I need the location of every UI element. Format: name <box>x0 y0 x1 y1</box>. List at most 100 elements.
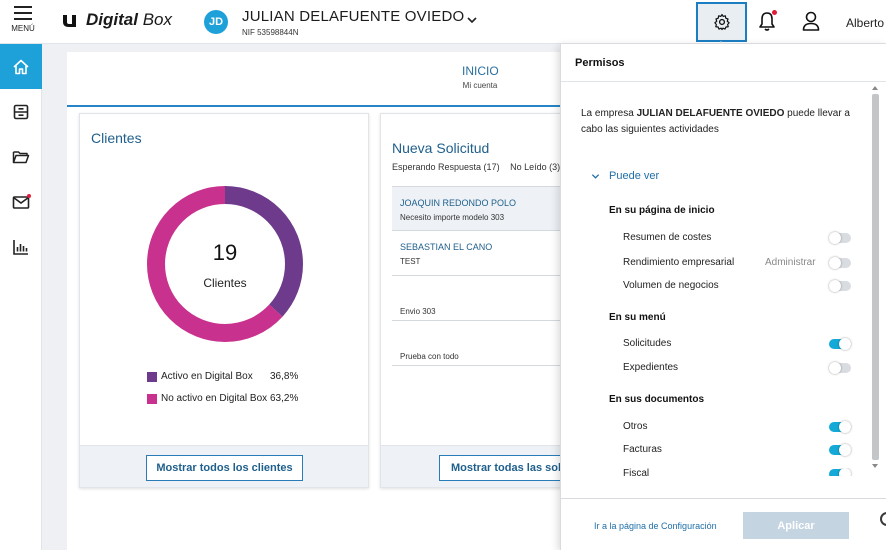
intro-company: JULIAN DELAFUENTE OVIEDO <box>636 108 785 119</box>
divider <box>561 81 886 82</box>
toggle-expedientes[interactable] <box>829 362 851 374</box>
perm-row-rendimiento: Rendimiento empresarial Administrar <box>623 257 853 271</box>
puede-ver-toggle[interactable]: Puede ver <box>591 170 659 182</box>
toggle-resumen-costes[interactable] <box>829 232 851 244</box>
puede-ver-label: Puede ver <box>609 170 660 182</box>
settings-button[interactable] <box>696 2 747 42</box>
list-item-name: SEBASTIAN EL CANO <box>400 242 493 252</box>
user-icon <box>802 11 820 31</box>
section-heading-inicio: En su página de inicio <box>609 205 715 216</box>
sidebar-item-folder[interactable] <box>0 134 42 179</box>
legend-item-activo: Activo en Digital Box 36,8% <box>147 371 298 382</box>
administrar-link[interactable]: Administrar <box>765 257 816 268</box>
user-button[interactable] <box>802 11 820 31</box>
folder-icon <box>12 150 30 163</box>
perm-label: Facturas <box>623 444 662 455</box>
filter-no-leido[interactable]: No Leído (3) <box>510 162 560 172</box>
toggle-knob <box>829 232 841 244</box>
section-heading-documentos: En sus documentos <box>609 394 705 405</box>
legend-swatch-no-activo <box>147 393 157 404</box>
notification-dot <box>772 10 777 15</box>
show-all-clients-button[interactable]: Mostrar todos los clientes <box>146 455 303 481</box>
user-name[interactable]: Alberto <box>846 16 884 30</box>
perm-row-facturas: Facturas <box>623 444 853 458</box>
tab-inicio[interactable]: INICIO Mi cuenta <box>462 64 499 90</box>
permisos-title: Permisos <box>575 57 625 69</box>
section-heading-menu: En su menú <box>609 312 666 323</box>
list-item-desc: Necesito importe modelo 303 <box>400 213 505 222</box>
clientes-title: Clientes <box>91 130 142 146</box>
list-item[interactable]: Prueba con todo <box>392 321 566 366</box>
list-item[interactable]: SEBASTIAN EL CANO TEST <box>392 231 566 276</box>
solicitud-title: Nueva Solicitud <box>392 140 490 156</box>
perm-label: Fiscal <box>623 468 650 476</box>
logo-text: Box <box>142 10 172 29</box>
perm-row-otros: Otros <box>623 421 853 435</box>
chevron-down-icon[interactable] <box>466 14 478 26</box>
apply-button[interactable]: Aplicar <box>743 512 849 539</box>
permisos-footer: Ir a la página de Configuración Aplicar <box>561 498 886 550</box>
legend-value-activo: 36,8% <box>270 371 299 382</box>
menu-label: MENÚ <box>11 24 35 33</box>
company-name: JULIAN DELAFUENTE OVIEDO <box>242 8 465 25</box>
list-item-desc: TEST <box>400 257 421 266</box>
perm-label: Rendimiento empresarial <box>623 257 735 268</box>
logo[interactable]: Digital Box <box>62 10 172 30</box>
toggle-fiscal[interactable] <box>829 468 851 476</box>
legend-item-no-activo: No activo en Digital Box 63,2% <box>147 393 298 404</box>
list-item-desc: Envio 303 <box>400 307 436 316</box>
clientes-total: 19 <box>212 240 238 265</box>
list-item-desc: Prueba con todo <box>400 352 459 361</box>
scrollbar-thumb[interactable] <box>872 94 879 460</box>
solicitud-card: Nueva Solicitud Esperando Respuesta (17)… <box>380 113 567 488</box>
sidebar-item-mail[interactable] <box>0 179 42 224</box>
config-page-link[interactable]: Ir a la página de Configuración <box>594 521 717 531</box>
perm-row-resumen-costes: Resumen de costes <box>623 232 853 246</box>
permisos-panel: Permisos La empresa JULIAN DELAFUENTE OV… <box>560 44 886 550</box>
perm-label: Solicitudes <box>623 338 672 349</box>
perm-row-solicitudes: Solicitudes <box>623 338 853 352</box>
perm-label: Resumen de costes <box>623 232 712 243</box>
perm-label: Otros <box>623 421 648 432</box>
list-item[interactable]: JOAQUIN REDONDO POLO Necesito importe mo… <box>392 186 566 231</box>
legend-value-no-activo: 63,2% <box>270 393 299 404</box>
toggle-knob <box>829 280 841 292</box>
chevron-down-icon <box>591 173 600 179</box>
menu-button[interactable]: MENÚ <box>8 4 38 40</box>
company-avatar[interactable]: JD <box>204 10 228 34</box>
toggle-knob <box>829 257 841 269</box>
toggle-rendimiento[interactable] <box>829 257 851 269</box>
show-all-requests-button[interactable]: Mostrar todas las solicitudes <box>439 455 566 481</box>
tab-inicio-sublabel: Mi cuenta <box>462 81 498 90</box>
top-bar: MENÚ Digital Box JD JULIAN DELAFUENTE OV… <box>0 0 886 44</box>
permisos-intro: La empresa JULIAN DELAFUENTE OVIEDO pued… <box>581 106 851 138</box>
toggle-facturas[interactable] <box>829 444 851 456</box>
toggle-knob <box>839 338 851 350</box>
toggle-knob <box>829 362 841 374</box>
legend-swatch-activo <box>147 371 157 382</box>
sidebar-item-home[interactable] <box>0 44 42 89</box>
company-selector[interactable]: JULIAN DELAFUENTE OVIEDO NIF 53598844N <box>242 8 464 37</box>
company-nif: NIF 53598844N <box>242 28 299 37</box>
sidebar <box>0 44 42 550</box>
notifications-button[interactable] <box>758 10 777 31</box>
scroll-down-arrow-icon[interactable] <box>872 464 878 468</box>
sidebar-item-archive[interactable] <box>0 89 42 134</box>
filter-esperando[interactable]: Esperando Respuesta (17) <box>392 162 500 172</box>
intro-prefix: La empresa <box>581 108 637 119</box>
toggle-solicitudes[interactable] <box>829 338 851 350</box>
legend-label-no-activo: No activo en Digital Box <box>161 393 268 404</box>
toggle-volumen[interactable] <box>829 280 851 292</box>
sidebar-item-reports[interactable] <box>0 224 42 269</box>
perm-row-expedientes: Expedientes <box>623 362 853 376</box>
list-item[interactable]: Envio 303 <box>392 276 566 321</box>
panel-scrollbar[interactable] <box>870 84 880 472</box>
logo-mark-icon <box>63 15 76 27</box>
scroll-up-arrow-icon[interactable] <box>872 86 878 90</box>
toggle-otros[interactable] <box>829 421 851 433</box>
perm-row-fiscal: Fiscal <box>623 468 853 476</box>
solicitud-list: JOAQUIN REDONDO POLO Necesito importe mo… <box>392 186 566 366</box>
tab-inicio-label: INICIO <box>462 64 499 78</box>
clientes-total-label: Clientes <box>203 276 247 290</box>
solicitud-filters: Esperando Respuesta (17) No Leído (3) <box>392 162 566 172</box>
